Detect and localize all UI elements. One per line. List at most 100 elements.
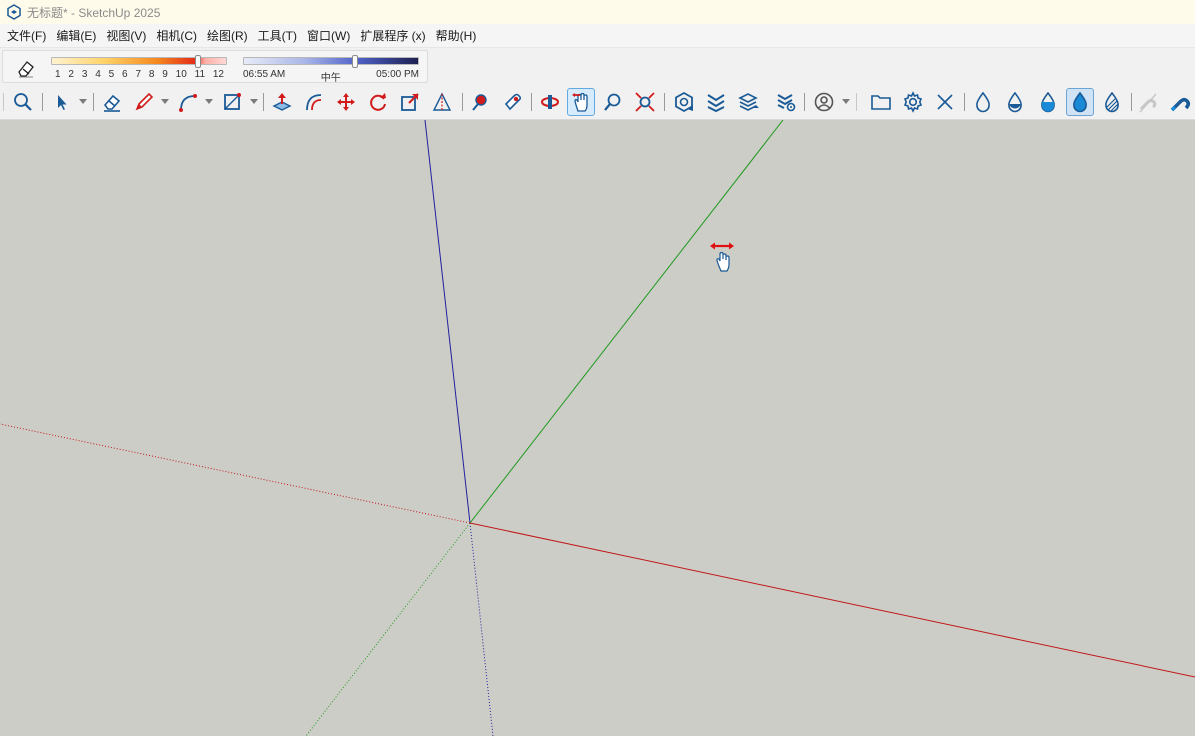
paint-bucket-icon: [472, 94, 487, 111]
push-pull-icon: [272, 93, 292, 111]
account-button[interactable]: [810, 88, 838, 116]
month-tick: 11: [194, 69, 206, 80]
rotate-icon: [370, 93, 386, 111]
orbit-button[interactable]: [536, 88, 564, 116]
scale-button[interactable]: [396, 88, 424, 116]
time-tick-start: 06:55 AM: [243, 69, 286, 80]
extension-manager-button[interactable]: [772, 88, 800, 116]
zoom-button[interactable]: [599, 88, 627, 116]
extension-warehouse-icon: [707, 94, 725, 113]
3d-warehouse-button[interactable]: [670, 88, 698, 116]
pan-button[interactable]: [567, 88, 595, 116]
xray-style-button[interactable]: [969, 88, 997, 116]
time-tick-noon: 中午: [320, 73, 341, 84]
shadows-toolbar: 1 2 3 4 5 6 7 8 9 10 11 12 06:55 AM 中午 0: [2, 50, 428, 84]
blue-axis-positive: [424, 120, 471, 524]
shadows-toolbar-row: 1 2 3 4 5 6 7 8 9 10 11 12 06:55 AM 中午 0: [0, 48, 1195, 84]
magnet-button[interactable]: [1166, 88, 1194, 116]
3d-warehouse-icon: [675, 91, 693, 113]
time-slider[interactable]: 06:55 AM 中午 05:00 PM: [243, 55, 419, 84]
open-button[interactable]: [867, 88, 895, 116]
time-slider-thumb[interactable]: [351, 55, 358, 68]
layout-send-icon: [738, 93, 759, 111]
menu-help[interactable]: 帮助(H): [431, 25, 482, 47]
eraser-button[interactable]: [98, 88, 126, 116]
move-icon: [337, 93, 355, 111]
month-tick: 6: [122, 69, 128, 80]
select-button[interactable]: [48, 88, 76, 116]
rectangle-dropdown-arrow-icon[interactable]: [250, 99, 258, 105]
wireframe-style-button[interactable]: [1001, 88, 1029, 116]
menu-camera[interactable]: 相机(C): [151, 25, 202, 47]
push-pull-button[interactable]: [268, 88, 296, 116]
month-tick-labels: 1 2 3 4 5 6 7 8 9 10 11 12: [51, 69, 227, 80]
close-button[interactable]: [931, 88, 959, 116]
menu-file[interactable]: 文件(F): [2, 25, 51, 47]
open-folder-icon: [871, 95, 891, 110]
green-axis-positive: [469, 120, 784, 524]
menu-tools[interactable]: 工具(T): [253, 25, 302, 47]
title-bar: 无标题* - SketchUp 2025: [0, 0, 1195, 24]
month-tick: 2: [68, 69, 74, 80]
toolbar-separator: [664, 93, 665, 111]
line-dropdown-arrow-icon[interactable]: [161, 99, 169, 105]
extension-manager-icon: [777, 94, 796, 112]
zoom-extents-icon: [14, 93, 32, 111]
layout-send-button[interactable]: [735, 88, 763, 116]
model-viewport[interactable]: [0, 120, 1195, 736]
tape-measure-button[interactable]: [428, 88, 456, 116]
eraser-style-icon[interactable]: [15, 57, 37, 79]
rotate-button[interactable]: [364, 88, 392, 116]
toolbar-separator: [93, 93, 94, 111]
green-axis-negative: [305, 522, 471, 736]
menu-draw[interactable]: 绘图(R): [202, 25, 253, 47]
close-x-icon: [937, 94, 953, 110]
zoom-extents-button[interactable]: [9, 88, 37, 116]
arc-button[interactable]: [173, 88, 201, 116]
rectangle-button[interactable]: [218, 88, 246, 116]
menu-extensions[interactable]: 扩展程序 (x): [355, 25, 430, 47]
red-axis-negative: [0, 423, 471, 524]
red-axis-positive: [469, 522, 1195, 678]
axes-svg: [0, 120, 1195, 736]
menu-edit[interactable]: 编辑(E): [51, 25, 101, 47]
month-slider[interactable]: 1 2 3 4 5 6 7 8 9 10 11 12: [51, 55, 227, 80]
style-shaded-icon: [1041, 91, 1055, 113]
arc-dropdown-arrow-icon[interactable]: [205, 99, 213, 105]
pan-cursor-icon: [710, 242, 734, 272]
sample-paint-button[interactable]: [498, 88, 526, 116]
month-tick: 7: [135, 69, 141, 80]
zoom-window-icon: [635, 92, 655, 112]
month-tick: 9: [162, 69, 168, 80]
account-dropdown-arrow-icon[interactable]: [842, 99, 850, 105]
menu-view[interactable]: 视图(V): [101, 25, 151, 47]
offset-button[interactable]: [300, 88, 328, 116]
monochrome-style-button[interactable]: [1098, 88, 1126, 116]
zoom-icon: [604, 93, 621, 111]
select-dropdown-arrow-icon[interactable]: [79, 99, 87, 105]
month-tick: 8: [148, 69, 155, 80]
settings-button[interactable]: [899, 88, 927, 116]
shaded-style-button[interactable]: [1034, 88, 1062, 116]
month-slider-track[interactable]: [51, 55, 227, 68]
menu-window[interactable]: 窗口(W): [302, 25, 355, 47]
extension-warehouse-button[interactable]: [702, 88, 730, 116]
month-tick: 5: [108, 69, 115, 80]
zoom-window-button[interactable]: [631, 88, 659, 116]
magnet-disabled-button[interactable]: [1134, 88, 1162, 116]
toolbar-separator: [964, 93, 965, 111]
eraser-icon: [103, 94, 121, 112]
month-tick: 10: [175, 69, 187, 80]
style-monochrome-icon: [1105, 91, 1119, 113]
month-slider-thumb[interactable]: [195, 55, 202, 68]
menu-bar: 文件(F) 编辑(E) 视图(V) 相机(C) 绘图(R) 工具(T) 窗口(W…: [0, 24, 1195, 48]
account-icon: [814, 92, 834, 112]
toolbar-separator: [42, 93, 43, 111]
paint-bucket-button[interactable]: [466, 88, 494, 116]
time-slider-track[interactable]: [243, 55, 419, 68]
move-button[interactable]: [332, 88, 360, 116]
toolbar-separator: [1131, 93, 1132, 111]
shaded-textures-style-button[interactable]: [1066, 88, 1094, 116]
line-button[interactable]: [130, 88, 158, 116]
window-title: 无标题* - SketchUp 2025: [27, 5, 161, 20]
